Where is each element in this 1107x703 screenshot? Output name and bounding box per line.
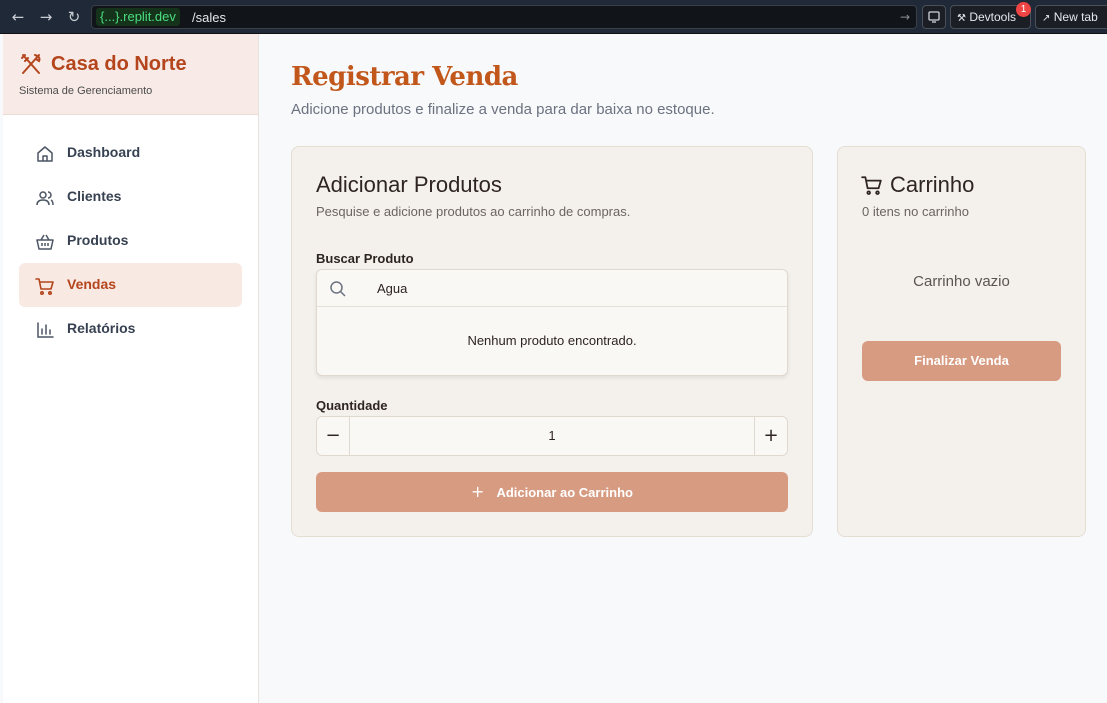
sidebar-item-label: Dashboard	[67, 144, 141, 160]
page-subtitle: Adicione produtos e finalize a venda par…	[291, 101, 715, 118]
cart-icon	[35, 278, 54, 296]
add-to-cart-button[interactable]: + Adicionar ao Carrinho	[316, 472, 788, 512]
bar-chart-icon	[37, 322, 54, 338]
search-label: Buscar Produto	[316, 251, 414, 266]
search-input-row	[317, 270, 787, 307]
address-bar[interactable]: {...}.replit.dev /sales →	[91, 5, 917, 29]
brand-title[interactable]: Casa do Norte	[51, 53, 187, 76]
sidebar-item-label: Clientes	[67, 188, 122, 204]
increment-button[interactable]: +	[754, 416, 788, 456]
sidebar: Casa do Norte Sistema de Gerenciamento D…	[3, 34, 259, 703]
go-arrow-icon[interactable]: →	[900, 8, 910, 26]
quantity-input[interactable]: 1	[350, 416, 754, 456]
url-domain: {...}.replit.dev	[96, 8, 180, 26]
url-path: /sales	[192, 10, 226, 25]
devtools-badge: 1	[1016, 2, 1031, 17]
brand-header: Casa do Norte Sistema de Gerenciamento	[3, 34, 258, 115]
decrement-button[interactable]: −	[316, 416, 350, 456]
sidebar-item-relatorios[interactable]: Relatórios	[19, 307, 242, 351]
sidebar-item-produtos[interactable]: Produtos	[19, 219, 242, 263]
cart-count: 0 itens no carrinho	[862, 204, 969, 219]
reload-icon[interactable]: ↻	[64, 7, 84, 27]
basket-icon	[36, 234, 54, 250]
devtools-label: Devtools	[969, 10, 1016, 24]
add-products-subtitle: Pesquise e adicione produtos ao carrinho…	[316, 204, 631, 219]
home-icon	[37, 146, 53, 162]
finalize-sale-button[interactable]: Finalizar Venda	[862, 341, 1061, 381]
external-link-icon: ↗	[1042, 13, 1051, 24]
quantity-stepper: − 1 +	[316, 416, 788, 456]
search-input[interactable]	[377, 278, 777, 298]
sidebar-item-label: Produtos	[67, 232, 129, 248]
cart-empty-message: Carrinho vazio	[913, 273, 1010, 290]
plus-icon: +	[471, 482, 485, 501]
brand-subtitle: Sistema de Gerenciamento	[19, 85, 153, 97]
page-title: Registrar Venda	[291, 62, 518, 92]
wrench-icon: ⚒	[957, 13, 966, 24]
browser-toolbar: ← → ↻ {...}.replit.dev /sales → ⚒ Devtoo…	[0, 0, 1107, 34]
sidebar-item-clientes[interactable]: Clientes	[19, 175, 242, 219]
new-tab-label: New tab	[1053, 10, 1098, 24]
product-search-combobox: Nenhum produto encontrado.	[316, 269, 788, 376]
search-icon	[330, 281, 346, 297]
forward-icon[interactable]: →	[36, 7, 56, 27]
users-icon	[36, 191, 54, 206]
cart-icon	[861, 176, 882, 195]
sidebar-item-label: Vendas	[67, 276, 117, 292]
search-empty-message: Nenhum produto encontrado.	[467, 333, 637, 348]
sidebar-item-label: Relatórios	[67, 320, 136, 336]
quantity-label: Quantidade	[316, 398, 388, 413]
add-to-cart-label: Adicionar ao Carrinho	[496, 485, 633, 500]
add-products-title: Adicionar Produtos	[316, 172, 502, 197]
sidebar-item-dashboard[interactable]: Dashboard	[19, 131, 242, 175]
new-tab-button[interactable]: ↗ New tab	[1035, 5, 1107, 29]
screen-button[interactable]	[922, 5, 946, 29]
utensils-icon	[21, 54, 41, 74]
back-icon[interactable]: ←	[8, 7, 28, 27]
sidebar-item-vendas[interactable]: Vendas	[19, 263, 242, 307]
cart-title: Carrinho	[890, 172, 975, 197]
monitor-icon	[928, 11, 940, 23]
